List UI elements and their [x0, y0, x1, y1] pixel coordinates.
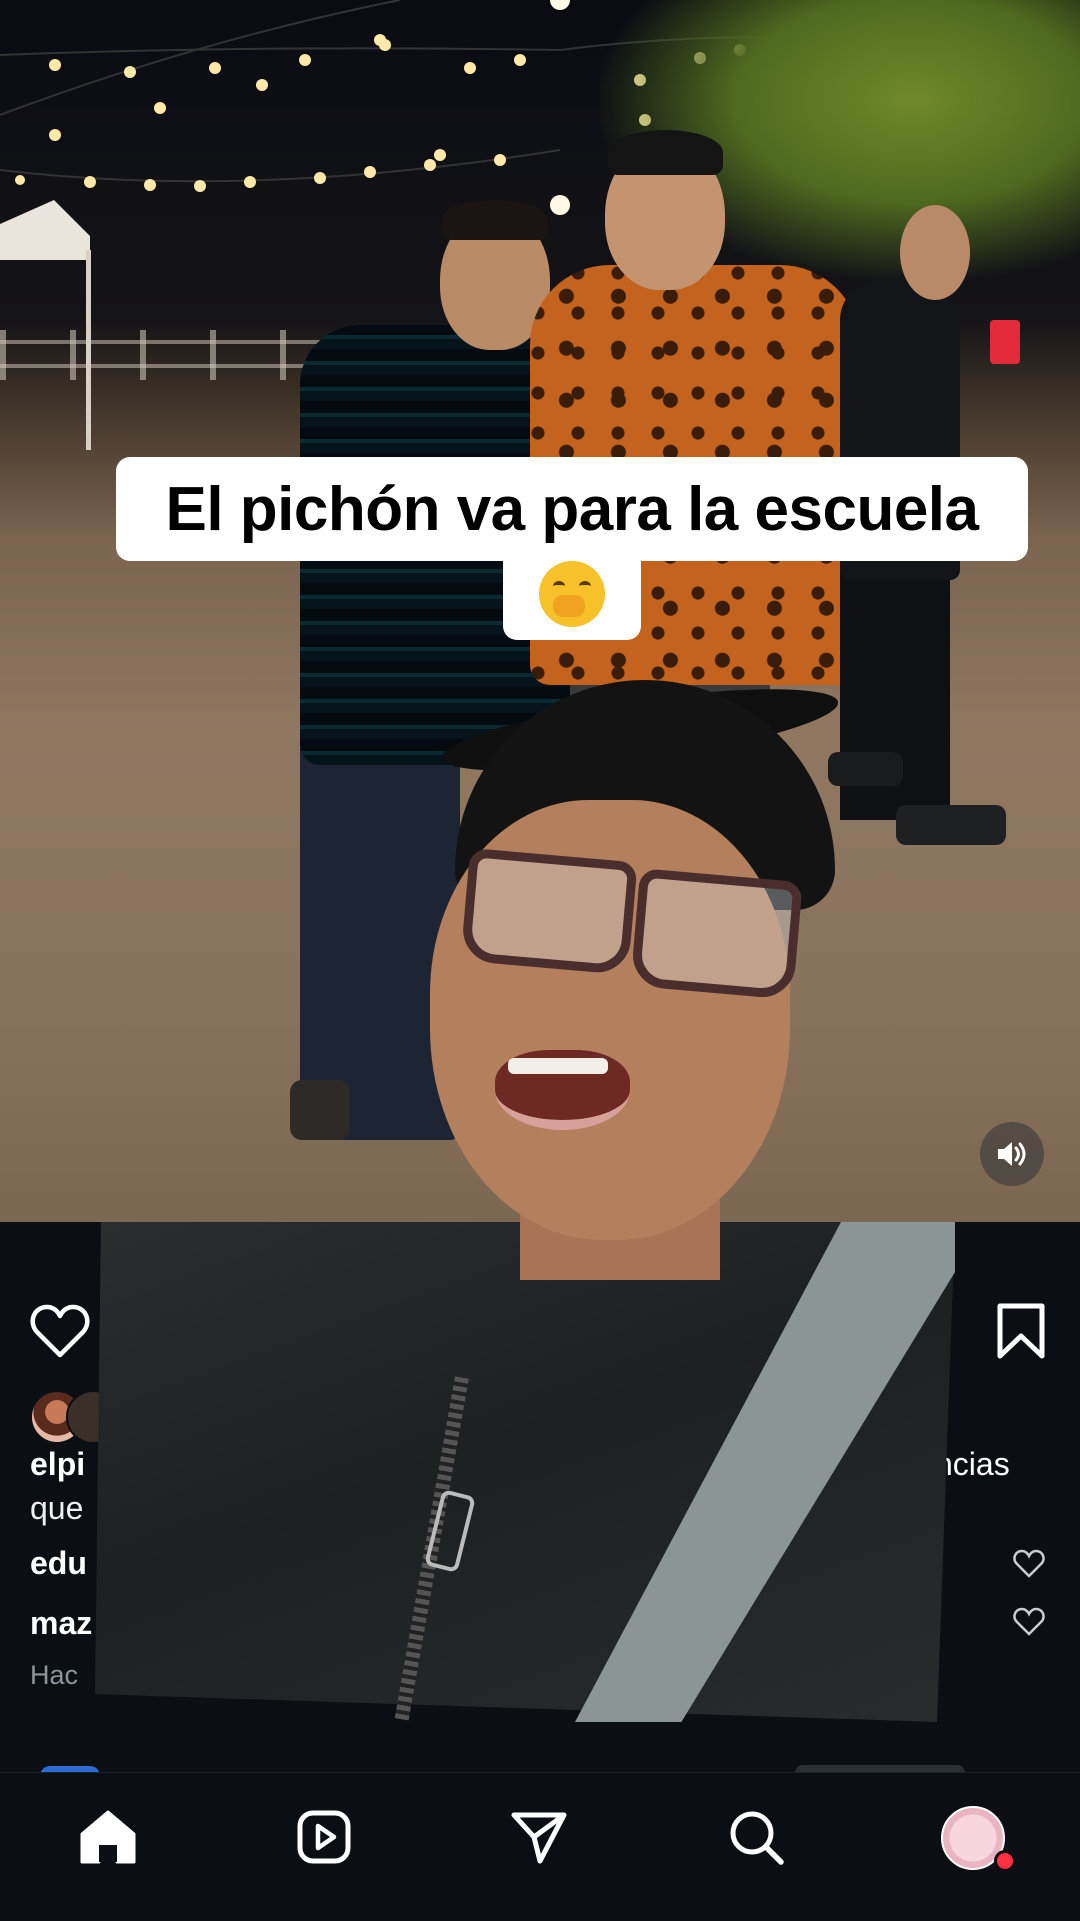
red-cup — [990, 320, 1020, 364]
person-2-hair — [608, 130, 723, 175]
nav-search[interactable] — [727, 1808, 785, 1866]
post-timestamp: Hac — [30, 1660, 79, 1690]
person-1-shoe — [290, 1080, 350, 1140]
direct-message-icon — [511, 1812, 567, 1864]
heart-icon[interactable] — [30, 1303, 90, 1359]
volume-button[interactable] — [980, 1122, 1044, 1186]
emoji-hand — [553, 595, 585, 617]
selfie-overlay — [95, 1222, 955, 1722]
nav-messages[interactable] — [510, 1808, 568, 1866]
emoji-eye — [553, 581, 565, 591]
comment-like-icon[interactable] — [1013, 1607, 1045, 1637]
teeth — [508, 1058, 608, 1074]
glasses-lens-left — [460, 847, 638, 976]
person-3-shoe — [828, 752, 903, 786]
bookmark-icon[interactable] — [996, 1303, 1046, 1359]
speaker-on-icon — [998, 1142, 1026, 1166]
comment-username[interactable]: maz — [30, 1605, 92, 1642]
person-3-head — [900, 205, 970, 300]
hand-over-mouth-emoji-icon — [539, 561, 605, 627]
comment-username[interactable]: edu — [30, 1545, 87, 1582]
notification-dot — [994, 1850, 1016, 1872]
comment-like-icon[interactable] — [1013, 1549, 1045, 1579]
home-icon — [80, 1810, 136, 1864]
nav-home[interactable] — [79, 1808, 137, 1866]
person-1-hair — [442, 200, 548, 240]
caption-emoji-box — [503, 548, 641, 640]
emoji-eye — [579, 581, 591, 591]
reels-icon — [297, 1810, 351, 1864]
search-icon — [730, 1811, 784, 1865]
glasses-lens-right — [630, 868, 803, 1000]
nav-reels[interactable] — [295, 1808, 353, 1866]
post-caption: que — [30, 1490, 84, 1526]
person-3-shoe — [896, 805, 1006, 845]
post-username[interactable]: elpi — [30, 1446, 85, 1483]
video-caption: El pichón va para la escuela — [116, 457, 1028, 561]
